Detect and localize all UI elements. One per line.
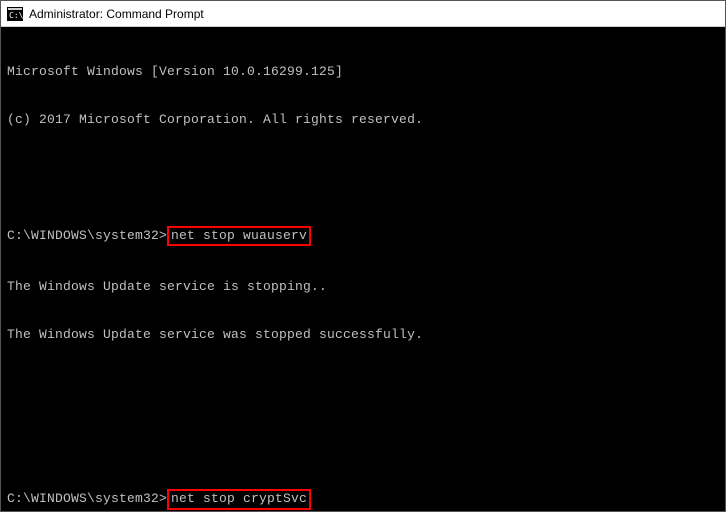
command-line: C:\WINDOWS\system32>net stop wuauserv <box>7 226 719 246</box>
highlighted-command: net stop wuauserv <box>167 226 311 246</box>
blank-line <box>7 376 719 392</box>
svg-text:C:\: C:\ <box>9 11 23 20</box>
output-line: The Windows Update service was stopped s… <box>7 327 719 343</box>
cmd-icon: C:\ <box>7 7 23 21</box>
header-line: Microsoft Windows [Version 10.0.16299.12… <box>7 64 719 80</box>
blank-line <box>7 425 719 441</box>
header-line: (c) 2017 Microsoft Corporation. All righ… <box>7 112 719 128</box>
output-line: The Windows Update service is stopping.. <box>7 279 719 295</box>
command-line: C:\WINDOWS\system32>net stop cryptSvc <box>7 489 719 509</box>
terminal-area[interactable]: Microsoft Windows [Version 10.0.16299.12… <box>1 27 725 511</box>
blank-line <box>7 161 719 177</box>
window-title: Administrator: Command Prompt <box>29 7 204 21</box>
titlebar[interactable]: C:\ Administrator: Command Prompt <box>1 1 725 27</box>
cmd-window: C:\ Administrator: Command Prompt Micros… <box>0 0 726 512</box>
highlighted-command: net stop cryptSvc <box>167 489 311 509</box>
prompt: C:\WINDOWS\system32> <box>7 491 167 506</box>
prompt: C:\WINDOWS\system32> <box>7 228 167 243</box>
